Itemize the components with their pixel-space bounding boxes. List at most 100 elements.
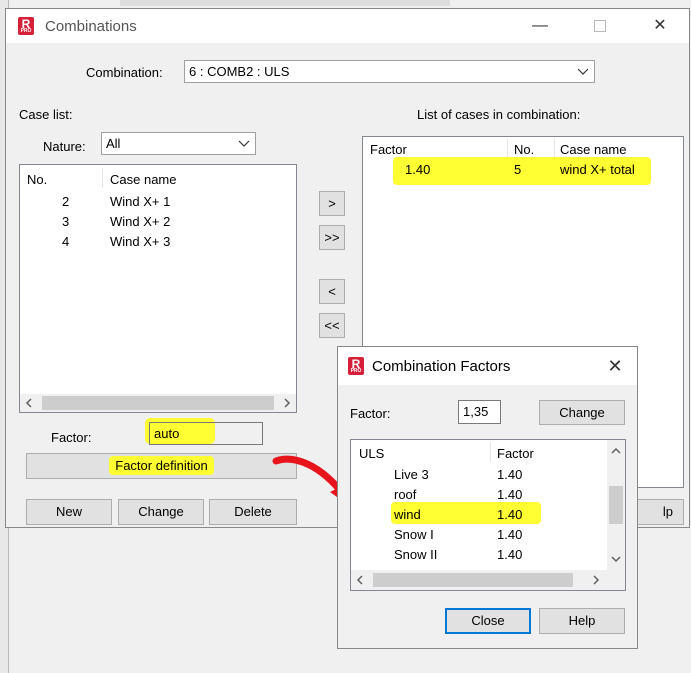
list-item[interactable]: Snow II 1.40 [351,546,603,566]
close-dialog-button[interactable]: ✕ [594,349,636,383]
new-label: New [55,504,82,519]
factor-row-value: 1.40 [497,507,523,522]
case-list-label: Case list: [19,107,73,122]
nature-select[interactable]: All [101,132,256,155]
factor-row-name: wind [394,507,421,522]
scroll-down-icon[interactable] [611,554,621,564]
dialog-title: Combination Factors [372,358,511,375]
factor-row-value: 1.40 [497,467,523,482]
combination-value: 6 : COMB2 : ULS [189,64,290,79]
chevron-down-icon [238,140,250,147]
dialog-help-button[interactable]: Help [539,608,625,634]
scroll-right-icon[interactable] [282,398,292,408]
dialog-change-button[interactable]: Change [539,400,625,425]
list-item[interactable]: Live 3 1.40 [351,466,603,486]
factors-header-uls: ULS [359,446,385,461]
scroll-right-icon[interactable] [591,575,601,585]
combinations-titlebar: R PRO Combinations — ✕ [6,9,689,43]
case-name: Wind X+ 1 [110,194,171,209]
chevron-down-icon [577,68,589,75]
combo-list-label: List of cases in combination: [417,107,581,122]
new-button[interactable]: New [26,499,112,525]
case-list-header-no: No. [27,172,48,187]
factor-label: Factor: [51,430,92,445]
factor-row-value: 1.40 [497,527,523,542]
maximize-icon [594,19,606,32]
add-case-button[interactable]: > [319,191,345,216]
add-case-label: > [328,196,336,211]
scrollbar-thumb[interactable] [609,486,623,524]
scroll-up-icon[interactable] [611,446,621,456]
table-row[interactable]: 4 Wind X+ 3 [20,233,296,253]
dialog-close-button[interactable]: Close [445,608,531,634]
remove-case-button[interactable]: < [319,279,345,304]
case-no: 3 [62,214,70,229]
remove-case-label: < [328,284,336,299]
factor-definition-button[interactable]: Factor definition [26,453,297,479]
factor-row-name: roof [394,487,417,502]
case-name: Wind X+ 3 [110,234,171,249]
column-separator [554,139,555,159]
nature-label: Nature: [43,139,86,154]
window-title: Combinations [45,18,137,35]
list-item[interactable]: wind 1.40 [351,506,603,526]
scrollbar-thumb[interactable] [373,573,573,587]
combo-name: wind X+ total [560,162,635,177]
case-list-header-name: Case name [110,172,177,187]
remove-all-label: << [324,318,340,333]
dialog-factor-label: Factor: [350,406,391,421]
column-separator [102,168,103,188]
case-no: 4 [62,234,70,249]
change-label: Change [138,504,184,519]
case-list[interactable]: No. Case name 2 Wind X+ 1 3 Wind X+ 2 4 … [19,164,297,413]
close-window-button[interactable]: ✕ [637,9,683,43]
scrollbar-thumb[interactable] [42,396,274,410]
table-row[interactable]: 3 Wind X+ 2 [20,213,296,233]
factors-hscrollbar[interactable] [351,570,625,590]
maximize-button[interactable] [577,9,623,43]
background-app-top [120,0,450,6]
combo-header-name: Case name [560,142,627,157]
factors-titlebar: R PRO Combination Factors ✕ [338,347,637,385]
delete-label: Delete [234,504,272,519]
help-label: lp [662,504,673,519]
factor-definition-label: Factor definition [109,456,214,475]
factors-list[interactable]: ULS Factor Live 3 1.40 roof 1.40 wind 1.… [350,439,626,591]
factor-input[interactable]: auto [149,422,263,445]
factor-row-value: 1.40 [497,547,523,562]
factor-row-name: Live 3 [394,467,429,482]
dialog-factor-value: 1,35 [463,404,489,419]
case-list-hscrollbar[interactable] [20,394,296,412]
robot-app-icon: R PRO [348,357,364,375]
case-no: 2 [62,194,70,209]
combo-no: 5 [514,162,522,177]
remove-all-cases-button[interactable]: << [319,313,345,338]
scroll-left-icon[interactable] [355,575,365,585]
table-row[interactable]: 1.40 5 wind X+ total [363,161,683,181]
combo-header-factor: Factor [370,142,407,157]
combination-label: Combination: [86,65,163,80]
factor-row-name: Snow I [394,527,434,542]
minimize-button[interactable]: — [517,9,563,43]
add-all-cases-button[interactable]: >> [319,225,345,250]
column-separator [490,442,491,462]
dialog-factor-input[interactable]: 1,35 [458,400,501,424]
scroll-left-icon[interactable] [24,398,34,408]
dialog-change-label: Change [559,405,605,420]
case-name: Wind X+ 2 [110,214,171,229]
combo-factor: 1.40 [405,162,431,177]
factor-row-name: Snow II [394,547,438,562]
dialog-help-label: Help [568,613,596,628]
factors-vscrollbar[interactable] [607,440,625,570]
change-button[interactable]: Change [118,499,204,525]
combination-select[interactable]: 6 : COMB2 : ULS [184,60,595,83]
list-item[interactable]: Snow I 1.40 [351,526,603,546]
list-item[interactable]: roof 1.40 [351,486,603,506]
factor-input-value: auto [154,426,180,441]
table-row[interactable]: 2 Wind X+ 1 [20,193,296,213]
column-separator [507,139,508,159]
nature-value: All [106,136,121,151]
factor-row-value: 1.40 [497,487,523,502]
dialog-close-label: Close [471,613,505,628]
robot-app-icon: R PRO [18,17,34,35]
